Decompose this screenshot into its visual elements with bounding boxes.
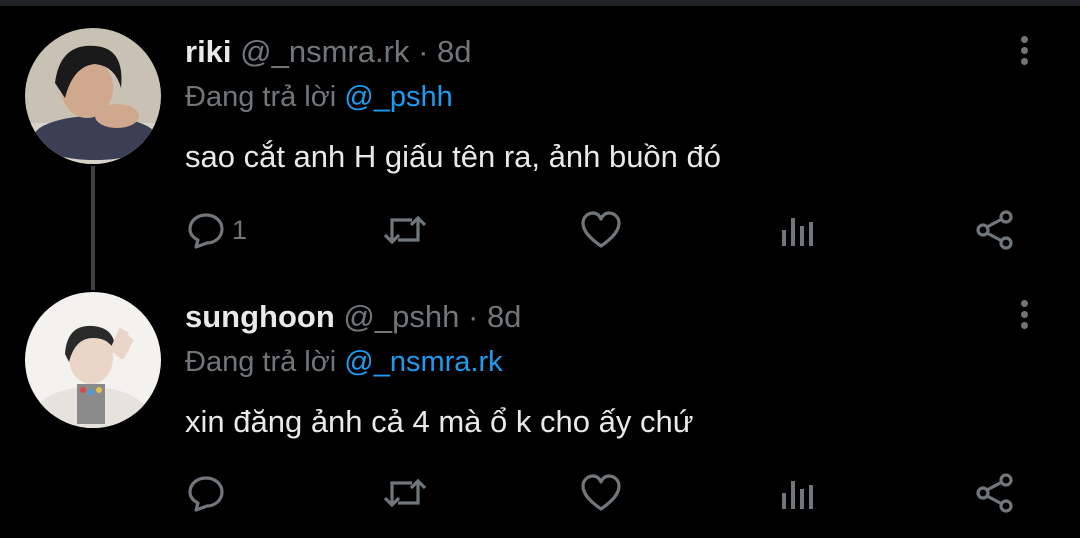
user-handle[interactable]: @_pshh xyxy=(343,299,459,334)
tweet-header: sunghoon @_pshh · 8d xyxy=(185,299,521,335)
action-bar: 1 xyxy=(0,205,1080,255)
analytics-button[interactable] xyxy=(780,205,816,255)
replying-to-line: Đang trả lời @_nsmra.rk xyxy=(185,345,503,379)
mention-link[interactable]: @_pshh xyxy=(344,81,452,113)
like-icon xyxy=(581,474,621,511)
reply-icon xyxy=(188,476,224,512)
separator-dot: · xyxy=(467,299,479,334)
top-divider xyxy=(0,0,1080,6)
mention-link[interactable]: @_nsmra.rk xyxy=(344,346,502,378)
like-button[interactable] xyxy=(580,468,622,518)
analytics-icon xyxy=(782,218,813,246)
timestamp[interactable]: 8d xyxy=(437,34,471,69)
analytics-icon xyxy=(782,481,813,509)
user-handle[interactable]: @_nsmra.rk xyxy=(240,34,409,69)
separator-dot: · xyxy=(418,34,429,69)
replying-to-line: Đang trả lời @_pshh xyxy=(185,80,453,114)
reply-icon xyxy=(188,213,224,249)
more-icon[interactable] xyxy=(1012,296,1036,336)
replying-prefix: Đang trả lời xyxy=(185,346,337,378)
share-icon xyxy=(976,210,1013,250)
reply-button[interactable]: 1 xyxy=(186,205,247,255)
display-name[interactable]: sunghoon xyxy=(185,299,335,334)
more-icon[interactable] xyxy=(1012,32,1036,72)
tweet-text: sao cắt anh H giấu tên ra, ảnh buồn đó xyxy=(185,139,722,174)
retweet-icon xyxy=(383,215,427,245)
analytics-button[interactable] xyxy=(780,468,816,518)
retweet-button[interactable] xyxy=(382,468,428,518)
retweet-icon xyxy=(383,478,427,508)
tweet-header: riki @_nsmra.rk · 8d xyxy=(185,34,472,70)
retweet-button[interactable] xyxy=(382,205,428,255)
display-name[interactable]: riki xyxy=(185,34,232,69)
avatar[interactable] xyxy=(25,28,161,164)
share-icon xyxy=(976,473,1013,513)
action-bar xyxy=(0,468,1080,518)
reply-count: 1 xyxy=(232,214,248,245)
avatar[interactable] xyxy=(25,292,161,428)
share-button[interactable] xyxy=(974,205,1016,255)
reply-button[interactable] xyxy=(186,468,232,518)
like-button[interactable] xyxy=(580,205,622,255)
share-button[interactable] xyxy=(974,468,1016,518)
like-icon xyxy=(581,211,621,248)
tweet-text: xin đăng ảnh cả 4 mà ổ k cho ấy chứ xyxy=(185,404,694,439)
timestamp[interactable]: 8d xyxy=(487,299,521,334)
replying-prefix: Đang trả lời xyxy=(185,81,337,113)
